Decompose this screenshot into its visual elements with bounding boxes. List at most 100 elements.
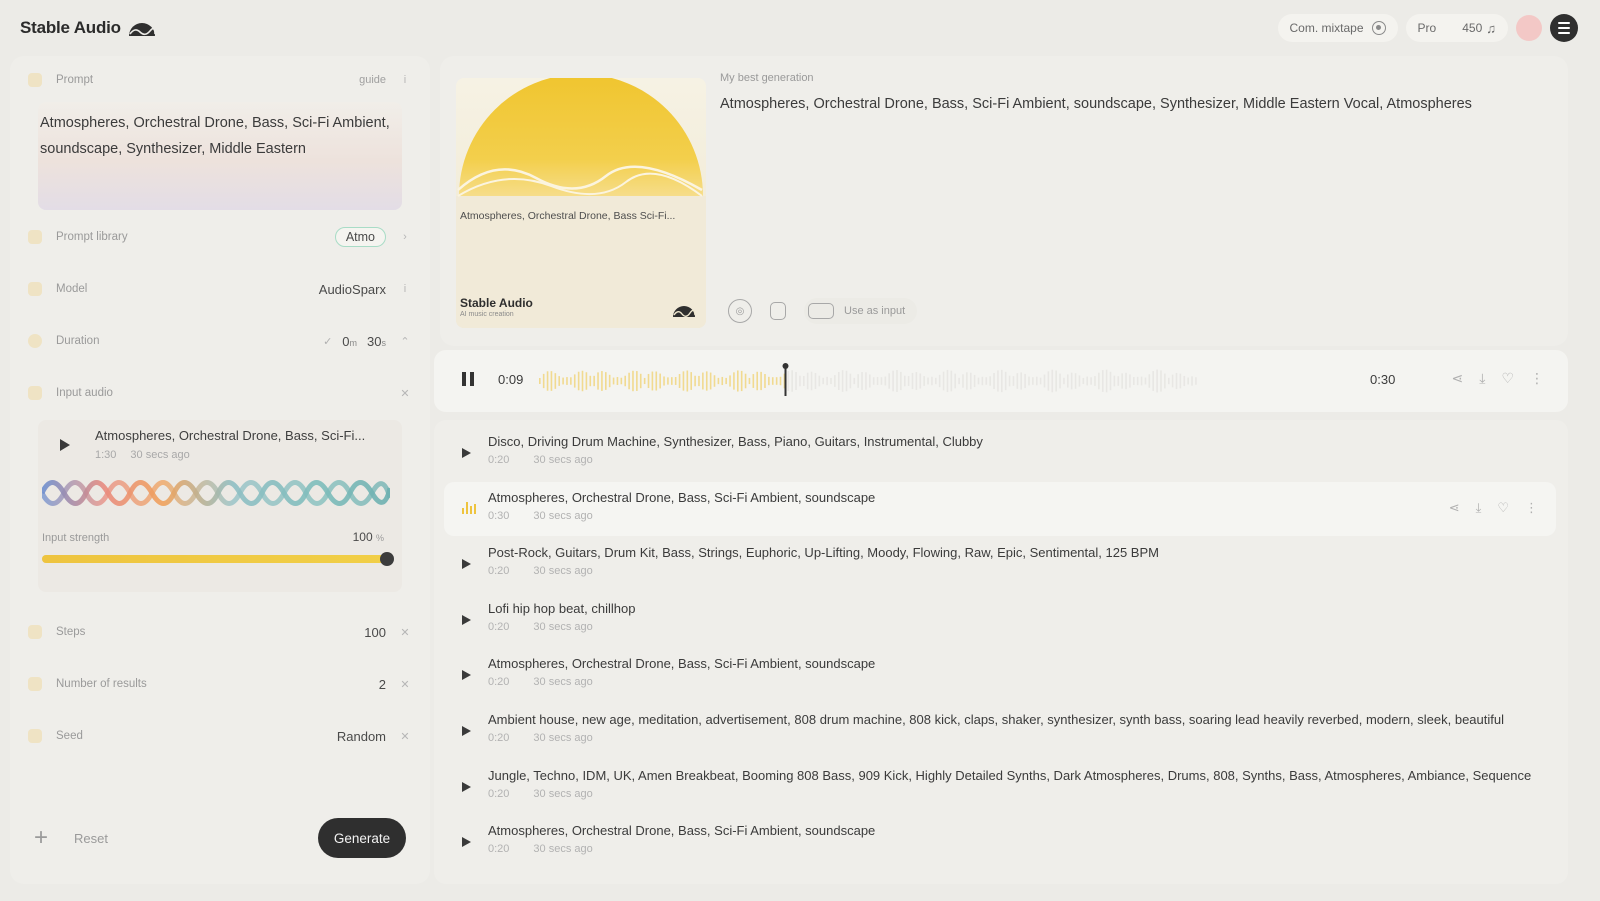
close-icon[interactable]: ✕ bbox=[398, 626, 412, 639]
info-icon[interactable]: i bbox=[398, 283, 412, 295]
waveform-bar bbox=[880, 377, 883, 385]
track-list-item[interactable]: Atmospheres, Orchestral Drone, Bass, Sci… bbox=[444, 815, 1556, 869]
chevron-up-icon[interactable]: ⌃ bbox=[398, 335, 412, 348]
model-row[interactable]: Model AudioSparx i bbox=[28, 274, 412, 304]
remix-icon: ◎ bbox=[735, 305, 745, 317]
waveform-bar bbox=[806, 372, 809, 390]
track-list-item[interactable]: Post-Rock, Guitars, Drum Kit, Bass, Stri… bbox=[444, 537, 1556, 591]
input-strength-slider[interactable] bbox=[42, 552, 394, 566]
share-icon[interactable]: ⋖ bbox=[1449, 500, 1460, 516]
waveform-bar bbox=[1059, 373, 1061, 389]
waveform-bar bbox=[608, 374, 611, 388]
plan-credits-pill[interactable]: Pro 450 ♫ bbox=[1405, 14, 1508, 42]
waveform-bar bbox=[1063, 377, 1065, 385]
stable-audio-logo-icon bbox=[128, 23, 156, 36]
waveform-bar bbox=[768, 376, 770, 386]
download-icon[interactable]: ⤓ bbox=[1476, 500, 1482, 516]
reset-button[interactable]: Reset bbox=[74, 831, 318, 846]
input-audio-meta: 1:30 30 secs ago bbox=[95, 449, 190, 461]
track-list-item[interactable]: Atmospheres, Orchestral Drone, Bass, Sci… bbox=[444, 481, 1556, 536]
steps-row[interactable]: Steps 100 ✕ bbox=[28, 617, 412, 647]
steps-value[interactable]: 100 bbox=[364, 625, 386, 640]
play-icon[interactable] bbox=[462, 726, 471, 736]
play-icon[interactable] bbox=[462, 670, 471, 681]
copy-button[interactable] bbox=[770, 302, 786, 320]
num-results-value[interactable]: 2 bbox=[379, 677, 386, 692]
chevron-right-icon[interactable]: › bbox=[398, 231, 412, 243]
duration-minutes[interactable]: 0m bbox=[342, 334, 357, 349]
seed-value[interactable]: Random bbox=[337, 729, 386, 744]
more-icon[interactable]: ⋮ bbox=[1525, 500, 1538, 516]
waveform-bar bbox=[869, 374, 871, 388]
play-icon[interactable] bbox=[462, 614, 471, 625]
track-list-item[interactable]: Disco, Driving Drum Machine, Synthesizer… bbox=[444, 426, 1556, 480]
seed-row[interactable]: Seed Random ✕ bbox=[28, 721, 412, 751]
generate-button[interactable]: Generate bbox=[318, 818, 406, 858]
waveform-bar bbox=[818, 375, 821, 387]
playhead-handle[interactable] bbox=[782, 363, 789, 369]
results-icon bbox=[28, 677, 42, 691]
waveform-bar bbox=[993, 373, 995, 389]
mixtape-button[interactable]: Com. mixtape bbox=[1277, 14, 1398, 42]
play-icon[interactable] bbox=[60, 439, 70, 451]
waveform-bar bbox=[709, 372, 712, 390]
guide-link[interactable]: guide bbox=[359, 74, 386, 86]
steps-label: Steps bbox=[56, 626, 86, 638]
track-list-item[interactable]: Atmospheres, Orchestral Drone, Bass, Sci… bbox=[444, 648, 1556, 702]
info-icon[interactable]: i bbox=[398, 74, 412, 86]
generation-label: My best generation bbox=[720, 72, 814, 84]
waveform-bar bbox=[1067, 374, 1069, 388]
waveform-bar bbox=[674, 377, 677, 385]
waveform-bar bbox=[1008, 375, 1011, 387]
playing-bars-icon[interactable] bbox=[462, 501, 476, 514]
heart-icon[interactable]: ♡ bbox=[1497, 500, 1509, 516]
waveform-bar bbox=[616, 377, 619, 385]
track-meta: 0:20 30 secs ago bbox=[488, 565, 593, 577]
remix-button[interactable]: ◎ bbox=[728, 299, 752, 323]
track-age: 30 secs ago bbox=[533, 843, 593, 856]
waveform-bar bbox=[671, 377, 673, 385]
duration-seconds[interactable]: 30s bbox=[367, 334, 386, 349]
num-results-row[interactable]: Number of results 2 ✕ bbox=[28, 669, 412, 699]
waveform-bar bbox=[744, 373, 747, 389]
plus-icon[interactable]: + bbox=[34, 824, 58, 852]
audio-player: 0:09 0:30 ⋖ ⤓ ♡ ⋮ bbox=[434, 350, 1568, 412]
waveform-bar bbox=[997, 370, 999, 392]
input-strength-handle[interactable] bbox=[380, 552, 394, 566]
track-title: Atmospheres, Orchestral Drone, Bass, Sci… bbox=[488, 656, 876, 672]
pause-button[interactable] bbox=[462, 372, 474, 386]
player-waveform-scrubber[interactable] bbox=[538, 362, 1198, 400]
waveform-bar bbox=[1156, 369, 1158, 393]
playhead[interactable] bbox=[784, 366, 787, 396]
use-as-input-button[interactable]: Use as input bbox=[804, 298, 918, 324]
waveform-bar bbox=[1090, 377, 1092, 385]
app-logo[interactable]: Stable Audio bbox=[20, 18, 157, 38]
track-list-item[interactable]: Ambient house, new age, meditation, adve… bbox=[444, 704, 1556, 758]
track-length: 0:20 bbox=[488, 787, 510, 800]
play-icon[interactable] bbox=[462, 781, 471, 792]
waveform-bar bbox=[659, 373, 661, 389]
close-icon[interactable]: ✕ bbox=[398, 678, 412, 691]
track-list-item[interactable]: Lofi hip hop beat, chillhop 0:20 30 secs a… bbox=[444, 593, 1556, 647]
prompt-input[interactable]: Atmospheres, Orchestral Drone, Bass, Sci… bbox=[38, 102, 402, 210]
track-list-item[interactable]: Jungle, Techno, IDM, UK, Amen Breakbeat,… bbox=[444, 760, 1556, 814]
waveform-bar bbox=[931, 376, 933, 386]
heart-icon[interactable]: ♡ bbox=[1501, 370, 1514, 387]
close-icon[interactable]: ✕ bbox=[398, 387, 412, 400]
play-icon[interactable] bbox=[462, 448, 471, 458]
model-value[interactable]: AudioSparx bbox=[319, 282, 386, 297]
avatar[interactable] bbox=[1516, 15, 1542, 41]
play-icon[interactable] bbox=[462, 837, 471, 848]
play-icon[interactable] bbox=[462, 559, 471, 570]
more-icon[interactable]: ⋮ bbox=[1530, 370, 1544, 387]
waveform-bar bbox=[1016, 373, 1019, 389]
waveform-bar bbox=[573, 374, 576, 388]
prompt-library-tag[interactable]: Atmo bbox=[334, 227, 386, 247]
track-age: 30 secs ago bbox=[533, 454, 593, 466]
prompt-library-row[interactable]: Prompt library Atmo › bbox=[28, 222, 412, 252]
close-icon[interactable]: ✕ bbox=[398, 730, 412, 743]
waveform-bar bbox=[686, 370, 689, 392]
download-icon[interactable]: ⤓ bbox=[1479, 370, 1485, 387]
menu-button[interactable] bbox=[1550, 14, 1578, 42]
share-icon[interactable]: ⋖ bbox=[1452, 370, 1464, 387]
